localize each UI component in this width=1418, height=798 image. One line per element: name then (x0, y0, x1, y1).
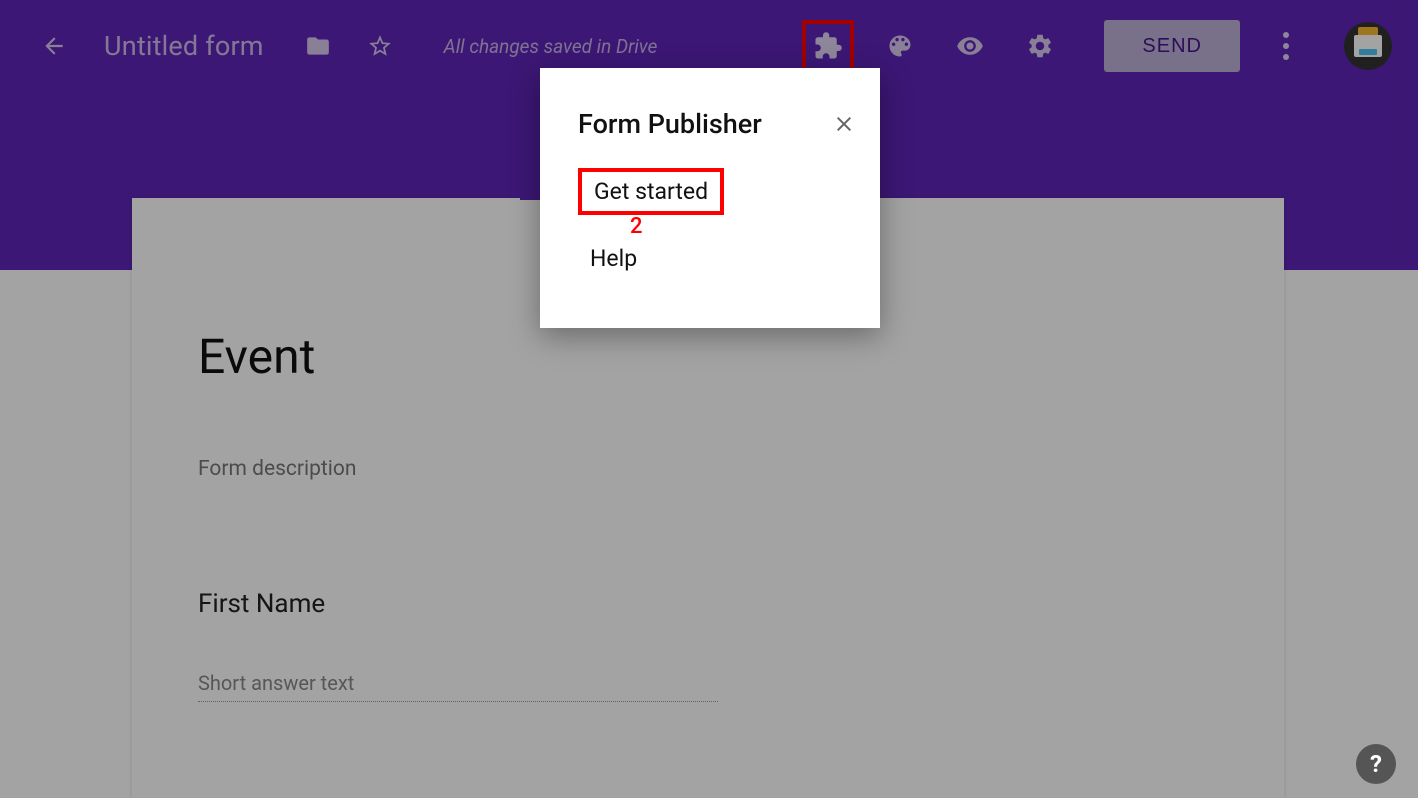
arrow-left-icon (41, 33, 67, 59)
answer-placeholder: Short answer text (198, 671, 718, 702)
theme-button[interactable] (876, 22, 924, 70)
close-icon (832, 112, 856, 136)
save-status: All changes saved in Drive (444, 35, 658, 58)
callout-label-2: 2 (630, 214, 643, 239)
gear-icon (1026, 32, 1054, 60)
popup-item-label: Get started (594, 178, 708, 205)
question-label: First Name (198, 589, 1218, 619)
addons-button[interactable]: 1 (802, 20, 854, 72)
more-vertical-icon (1283, 32, 1289, 60)
popup-close-button[interactable] (830, 110, 858, 138)
avatar-image (1354, 35, 1382, 57)
form-title[interactable]: Event (198, 328, 1218, 385)
question-block[interactable]: First Name Short answer text (198, 589, 1218, 702)
header-actions: 1 SEND (802, 20, 1396, 72)
popup-item-label: Help (590, 245, 637, 272)
folder-icon (305, 33, 331, 59)
popup-menu: Get started 2 Help (540, 168, 880, 278)
settings-button[interactable] (1016, 22, 1064, 70)
popup-title: Form Publisher (578, 108, 812, 140)
move-to-folder-button[interactable] (294, 22, 342, 70)
star-button[interactable] (356, 22, 404, 70)
more-button[interactable] (1262, 22, 1310, 70)
star-outline-icon (367, 33, 393, 59)
popup-item-help[interactable]: Help (578, 239, 649, 278)
addon-popup: Form Publisher Get started 2 Help (540, 68, 880, 328)
help-fab[interactable]: ? (1356, 744, 1396, 784)
popup-item-get-started[interactable]: Get started 2 (578, 168, 724, 215)
palette-icon (886, 32, 914, 60)
puzzle-icon (813, 31, 843, 61)
form-description[interactable]: Form description (198, 457, 1218, 481)
document-title[interactable]: Untitled form (104, 30, 264, 62)
back-button[interactable] (30, 22, 78, 70)
eye-icon (956, 32, 984, 60)
popup-header: Form Publisher (540, 108, 880, 140)
send-button[interactable]: SEND (1104, 20, 1240, 72)
preview-button[interactable] (946, 22, 994, 70)
account-avatar[interactable] (1344, 22, 1392, 70)
